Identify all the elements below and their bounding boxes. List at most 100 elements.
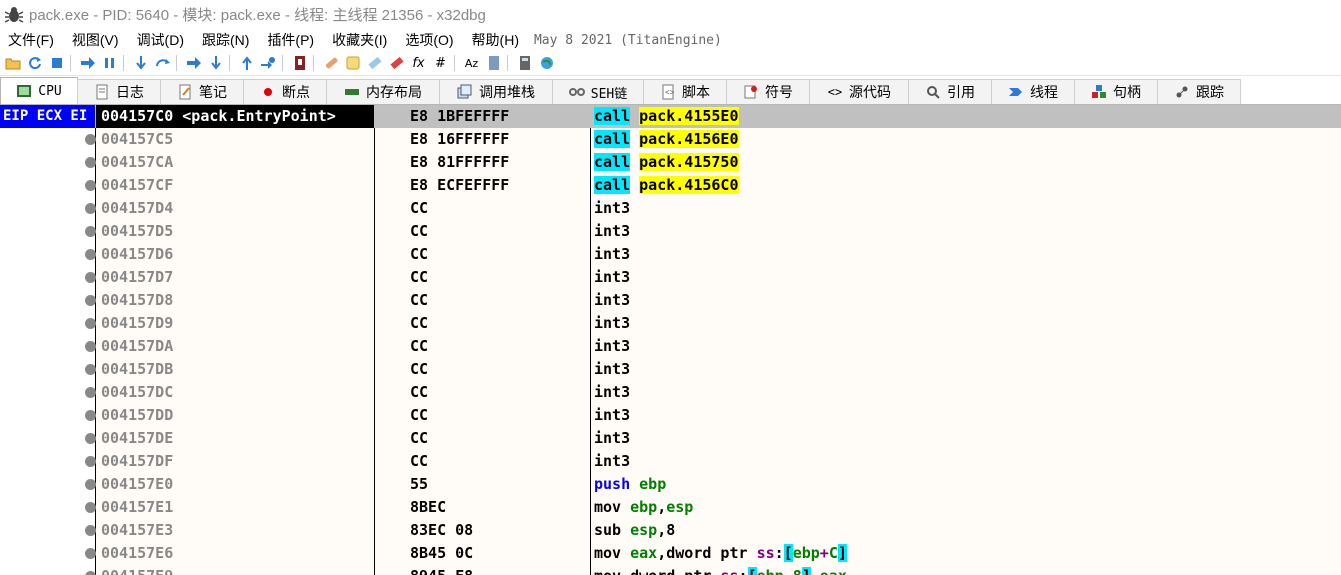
execute-till-return-icon[interactable] <box>237 54 256 73</box>
disasm-row[interactable]: 004157E0 55 push ebp <box>0 473 1341 496</box>
breakpoint-dot[interactable] <box>85 295 96 306</box>
tab-threads[interactable]: 线程 <box>991 79 1075 104</box>
breakpoint-dot[interactable] <box>85 387 96 398</box>
breakpoint-dot[interactable] <box>85 272 96 283</box>
step-over-icon[interactable] <box>153 54 172 73</box>
disasm-row[interactable]: 004157CA E8 81FFFFFF call pack.415750 <box>0 151 1341 174</box>
stop-icon[interactable] <box>47 54 66 73</box>
tab-label: 跟踪 <box>1196 84 1224 100</box>
menu-file[interactable]: 文件(F) <box>0 30 63 50</box>
patch-icon[interactable] <box>321 54 340 73</box>
disasm-row[interactable]: 004157DF CC int3 <box>0 450 1341 473</box>
website-icon[interactable] <box>537 54 556 73</box>
breakpoint-dot[interactable] <box>85 180 96 191</box>
tab-references[interactable]: 引用 <box>908 79 992 104</box>
function-icon[interactable]: fx <box>409 54 428 73</box>
trace-into-icon[interactable] <box>184 54 203 73</box>
breakpoint-dot[interactable] <box>85 134 96 145</box>
tab-call-stack[interactable]: 调用堆栈 <box>439 79 553 104</box>
bytes-cell: CC <box>410 245 429 263</box>
run-to-user-code-icon[interactable] <box>259 54 278 73</box>
disasm-row[interactable]: 004157DD CC int3 <box>0 404 1341 427</box>
disasm-row[interactable]: 004157DC CC int3 <box>0 381 1341 404</box>
breakpoint-dot[interactable] <box>85 525 96 536</box>
menu-trace[interactable]: 跟踪(N) <box>193 30 258 50</box>
breakpoint-dot[interactable] <box>85 479 96 490</box>
disasm-row[interactable]: 004157D5 CC int3 <box>0 220 1341 243</box>
pause-icon[interactable] <box>100 54 119 73</box>
menu-view[interactable]: 视图(V) <box>63 30 128 50</box>
disasm-row[interactable]: 004157D6 CC int3 <box>0 243 1341 266</box>
open-icon[interactable] <box>3 54 22 73</box>
register-operand: ebp <box>792 544 820 562</box>
breakpoint-dot[interactable] <box>85 341 96 352</box>
breakpoint-dot[interactable] <box>85 571 96 575</box>
breakpoint-dot[interactable] <box>85 364 96 375</box>
tab-seh-chain[interactable]: SEH链 <box>552 79 644 104</box>
breakpoint-dot[interactable] <box>85 203 96 214</box>
breakpoint-dot[interactable] <box>85 456 96 467</box>
disasm-row-current[interactable]: EIP ECX EI 004157C0 <pack.EntryPoint> E8 1… <box>0 105 1341 128</box>
bytes-cell: 8BEC <box>410 498 447 516</box>
bookmark-icon[interactable] <box>387 54 406 73</box>
bytes-cell: E8 1BFEFFFF <box>410 107 510 125</box>
disasm-row[interactable]: 004157D8 CC int3 <box>0 289 1341 312</box>
breakpoint-dot[interactable] <box>85 548 96 559</box>
mnemonic: mov <box>594 544 622 562</box>
step-into-icon[interactable] <box>131 54 150 73</box>
menu-options[interactable]: 选项(O) <box>396 30 462 50</box>
breakpoint-dot[interactable] <box>85 433 96 444</box>
disasm-row[interactable]: 004157D4 CC int3 <box>0 197 1341 220</box>
breakpoint-dot[interactable] <box>85 410 96 421</box>
disasm-row[interactable]: 004157CF E8 ECFEFFFF call pack.4156C0 <box>0 174 1341 197</box>
disasm-row[interactable]: 004157C5 E8 16FFFFFF call pack.4156E0 <box>0 128 1341 151</box>
disasm-row[interactable]: 004157D9 CC int3 <box>0 312 1341 335</box>
restart-icon[interactable] <box>25 54 44 73</box>
disasm-row[interactable]: 004157E3 83EC 08 sub esp,8 <box>0 519 1341 542</box>
tab-script[interactable]: <> 脚本 <box>643 79 727 104</box>
help-icon[interactable] <box>484 54 503 73</box>
trace-over-icon[interactable] <box>206 54 225 73</box>
tab-handles[interactable]: 句柄 <box>1074 79 1158 104</box>
font-icon[interactable]: Aᴢ <box>462 54 481 73</box>
breakpoint-dot[interactable] <box>85 157 96 168</box>
calculator-icon[interactable] <box>515 54 534 73</box>
call-target: pack.4155E0 <box>639 107 739 125</box>
hash-icon[interactable]: # <box>431 54 450 73</box>
segment-register: ss <box>756 544 775 562</box>
label-icon[interactable] <box>365 54 384 73</box>
tab-breakpoints[interactable]: 断点 <box>243 79 327 104</box>
tab-label: 内存布局 <box>366 84 422 100</box>
bug-icon <box>3 4 25 26</box>
menu-plugins[interactable]: 插件(P) <box>258 30 323 50</box>
disassembly-view[interactable]: EIP ECX EI 004157C0 <pack.EntryPoint> E8 1… <box>0 105 1341 575</box>
run-icon[interactable] <box>78 54 97 73</box>
scylla-icon[interactable] <box>290 54 309 73</box>
breakpoint-dot[interactable] <box>85 318 96 329</box>
disasm-row[interactable]: 004157DA CC int3 <box>0 335 1341 358</box>
tab-symbols[interactable]: 符号 <box>726 79 810 104</box>
comment-icon[interactable] <box>343 54 362 73</box>
tab-cpu[interactable]: CPU <box>0 77 78 104</box>
menu-debug[interactable]: 调试(D) <box>128 30 193 50</box>
disasm-row[interactable]: 004157D7 CC int3 <box>0 266 1341 289</box>
tab-log[interactable]: 日志 <box>77 79 161 104</box>
breakpoint-dot[interactable] <box>85 249 96 260</box>
address-cell: 004157DA <box>101 337 174 355</box>
tab-trace[interactable]: 跟踪 <box>1157 79 1241 104</box>
menu-favourites[interactable]: 收藏夹(I) <box>323 30 396 50</box>
toolbar-separator <box>229 55 230 71</box>
tab-memory-map[interactable]: 内存布局 <box>326 79 440 104</box>
disasm-row[interactable]: 004157E9 8945 F8 mov dword ptr ss:[ebp-8],… <box>0 565 1341 575</box>
disasm-row[interactable]: 004157DB CC int3 <box>0 358 1341 381</box>
disasm-row[interactable]: 004157E1 8BEC mov ebp,esp <box>0 496 1341 519</box>
disasm-row[interactable]: 004157DE CC int3 <box>0 427 1341 450</box>
tab-notes[interactable]: 笔记 <box>160 79 244 104</box>
breakpoint-dot[interactable] <box>85 502 96 513</box>
bytes-cell: CC <box>410 452 429 470</box>
menu-help[interactable]: 帮助(H) <box>463 30 528 50</box>
breakpoint-dot[interactable] <box>85 226 96 237</box>
disasm-row[interactable]: 004157E6 8B45 0C mov eax,dword ptr ss:[ebp… <box>0 542 1341 565</box>
tab-source[interactable]: <> 源代码 <box>809 79 909 104</box>
mnemonic: push <box>594 475 631 493</box>
